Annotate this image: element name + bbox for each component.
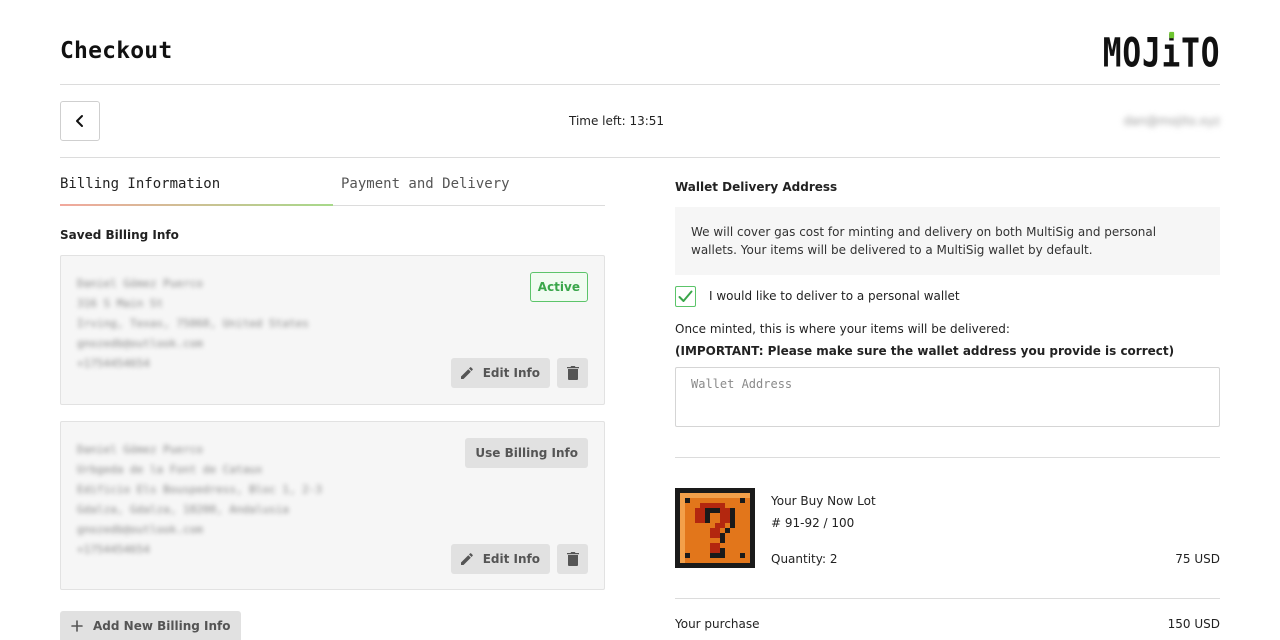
saved-billing-label: Saved Billing Info — [60, 228, 179, 242]
wallet-delivery-label: Wallet Delivery Address — [675, 180, 838, 194]
logo-dot — [1168, 31, 1174, 39]
billing-address-lines: Daniel Gómez Puerco 316 S Main St Irving… — [77, 274, 309, 374]
billing-address-lines: Daniel Gómez Puerco Urbgeda de la Font d… — [77, 440, 322, 560]
checkmark-icon — [678, 290, 693, 302]
lot-price: 75 USD — [1175, 552, 1220, 566]
important-notice: (IMPORTANT: Please make sure the wallet … — [675, 344, 1175, 358]
personal-wallet-label[interactable]: I would like to deliver to a personal wa… — [709, 289, 960, 303]
delete-billing-button[interactable] — [557, 544, 588, 574]
user-email: dan@mojito.xyz — [1123, 114, 1220, 128]
lot-edition: # 91-92 / 100 — [771, 516, 855, 530]
purchase-label: Your purchase — [675, 617, 760, 631]
wallet-address-input[interactable] — [675, 367, 1220, 427]
chevron-left-icon — [76, 115, 83, 127]
pencil-icon — [460, 553, 473, 565]
lot-quantity: Quantity: 2 — [771, 552, 838, 566]
question-block-image — [675, 488, 755, 568]
delete-billing-button[interactable] — [557, 358, 588, 388]
tab-active-indicator — [60, 204, 333, 206]
header-divider — [60, 84, 1220, 85]
billing-line: Irving, Texas, 75060, United States — [77, 317, 309, 330]
billing-line: Edificio Els Bouspedress, Bloc 1, 2-3 — [77, 483, 323, 496]
personal-wallet-checkbox[interactable] — [675, 286, 696, 307]
lot-title: Your Buy Now Lot — [771, 494, 876, 508]
billing-line: Gdalza, Gdalza, 18200, Andalusia — [77, 503, 289, 516]
order-divider — [675, 457, 1220, 458]
billing-line: 316 S Main St — [77, 297, 164, 310]
mojito-logo[interactable]: MOJi TO — [1102, 31, 1220, 73]
use-billing-info-button[interactable]: Use Billing Info — [465, 438, 588, 468]
billing-line: +1754454654 — [77, 543, 150, 556]
back-button[interactable] — [60, 101, 100, 141]
billing-line: Daniel Gómez Puerco — [77, 443, 203, 456]
billing-line: gnozedb@outlook.com — [77, 337, 203, 350]
tab-payment-and-delivery[interactable]: Payment and Delivery — [341, 176, 510, 192]
summary-divider — [675, 598, 1220, 599]
billing-line: +1754454654 — [77, 357, 150, 370]
tab-billing-information[interactable]: Billing Information — [60, 176, 220, 192]
trash-icon — [566, 552, 579, 566]
logo-text-end: TO — [1180, 29, 1220, 76]
add-new-billing-button[interactable]: Add New Billing Info — [60, 611, 242, 640]
billing-line: Urbgeda de la Font de Cataux — [77, 463, 263, 476]
billing-card-saved: Daniel Gómez Puerco Urbgeda de la Font d… — [60, 421, 605, 590]
page-title: Checkout — [60, 38, 173, 64]
billing-card-active: Daniel Gómez Puerco 316 S Main St Irving… — [60, 255, 605, 405]
edit-info-label: Edit Info — [482, 552, 540, 566]
edit-info-button[interactable]: Edit Info — [450, 544, 550, 574]
plus-icon — [71, 619, 83, 632]
pencil-icon — [460, 367, 473, 379]
topbar-divider — [60, 157, 1220, 158]
trash-icon — [566, 366, 579, 380]
add-new-billing-label: Add New Billing Info — [93, 618, 231, 633]
gas-info-box: We will cover gas cost for minting and d… — [675, 207, 1220, 275]
edit-info-label: Edit Info — [482, 366, 540, 380]
edit-info-button[interactable]: Edit Info — [450, 358, 550, 388]
minted-delivery-text: Once minted, this is where your items wi… — [675, 322, 1010, 336]
time-left: Time left: 13:51 — [569, 114, 665, 128]
billing-line: gnozedb@outlook.com — [77, 523, 203, 536]
billing-line: Daniel Gómez Puerco — [77, 277, 203, 290]
purchase-total: 150 USD — [1167, 617, 1220, 631]
logo-text-i: i — [1161, 31, 1181, 73]
active-badge: Active — [529, 272, 588, 302]
logo-text-start: MOJ — [1102, 29, 1162, 76]
